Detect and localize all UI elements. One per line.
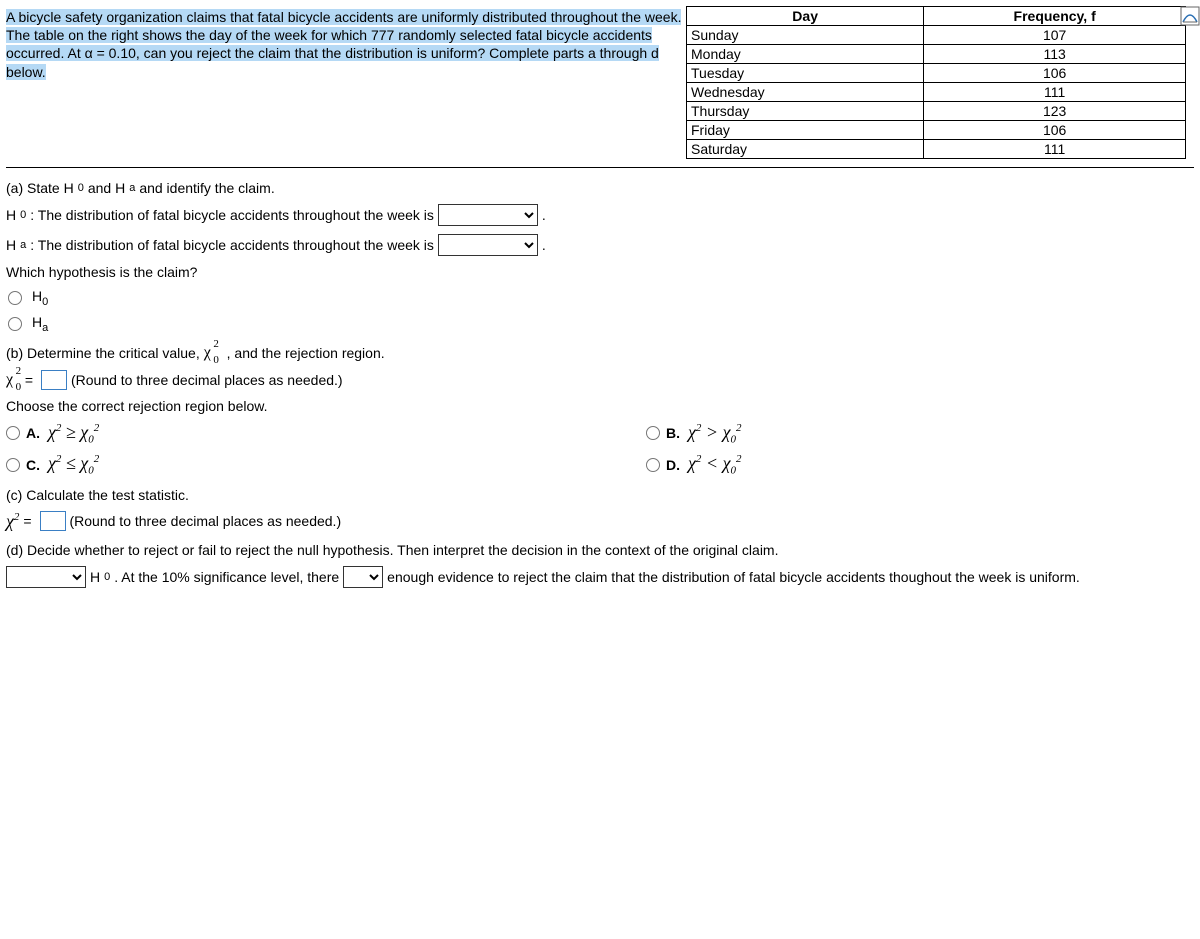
which-claim-label: Which hypothesis is the claim? [6, 264, 1194, 280]
table-row: Saturday111 [687, 140, 1186, 159]
chi-sq-0-symbol: χ20 [204, 344, 211, 362]
col-freq: Frequency, f [924, 7, 1186, 26]
divider [6, 167, 1194, 168]
evidence-select[interactable] [343, 566, 383, 588]
ha-distribution-select[interactable] [438, 234, 538, 256]
h0-distribution-select[interactable] [438, 204, 538, 226]
table-row: Tuesday106 [687, 64, 1186, 83]
option-b-expr: χ2 > χ02 [688, 422, 742, 446]
table-row: Sunday107 [687, 26, 1186, 45]
prompt-text: A bicycle safety organization claims tha… [6, 9, 681, 80]
option-d-expr: χ2 < χ02 [688, 453, 742, 477]
option-a-expr: χ2 ≥ χ02 [48, 422, 99, 446]
option-c-expr: χ2 ≤ χ02 [48, 453, 99, 477]
col-day: Day [687, 7, 924, 26]
problem-prompt: A bicycle safety organization claims tha… [6, 6, 686, 81]
decision-select[interactable] [6, 566, 86, 588]
part-d: (d) Decide whether to reject or fail to … [6, 542, 1194, 588]
test-statistic-input[interactable] [40, 511, 66, 531]
normal-curve-icon[interactable] [1180, 6, 1200, 26]
claim-ha-radio[interactable] [8, 317, 22, 331]
part-b: (b) Determine the critical value, χ20 , … [6, 344, 1194, 477]
table-row: Friday106 [687, 121, 1186, 140]
rr-a-radio[interactable] [6, 426, 20, 440]
part-c: (c) Calculate the test statistic. χ2 = (… [6, 487, 1194, 532]
choose-region-label: Choose the correct rejection region belo… [6, 398, 1194, 414]
table-row: Monday113 [687, 45, 1186, 64]
rr-d-radio[interactable] [646, 458, 660, 472]
table-row: Thursday123 [687, 102, 1186, 121]
critical-value-input[interactable] [41, 370, 67, 390]
frequency-table: Day Frequency, f Sunday107 Monday113 Tue… [686, 6, 1186, 159]
claim-h0-radio[interactable] [8, 291, 22, 305]
rr-c-radio[interactable] [6, 458, 20, 472]
rr-b-radio[interactable] [646, 426, 660, 440]
part-a: (a) State H0 and Ha and identify the cla… [6, 180, 1194, 334]
table-row: Wednesday111 [687, 83, 1186, 102]
